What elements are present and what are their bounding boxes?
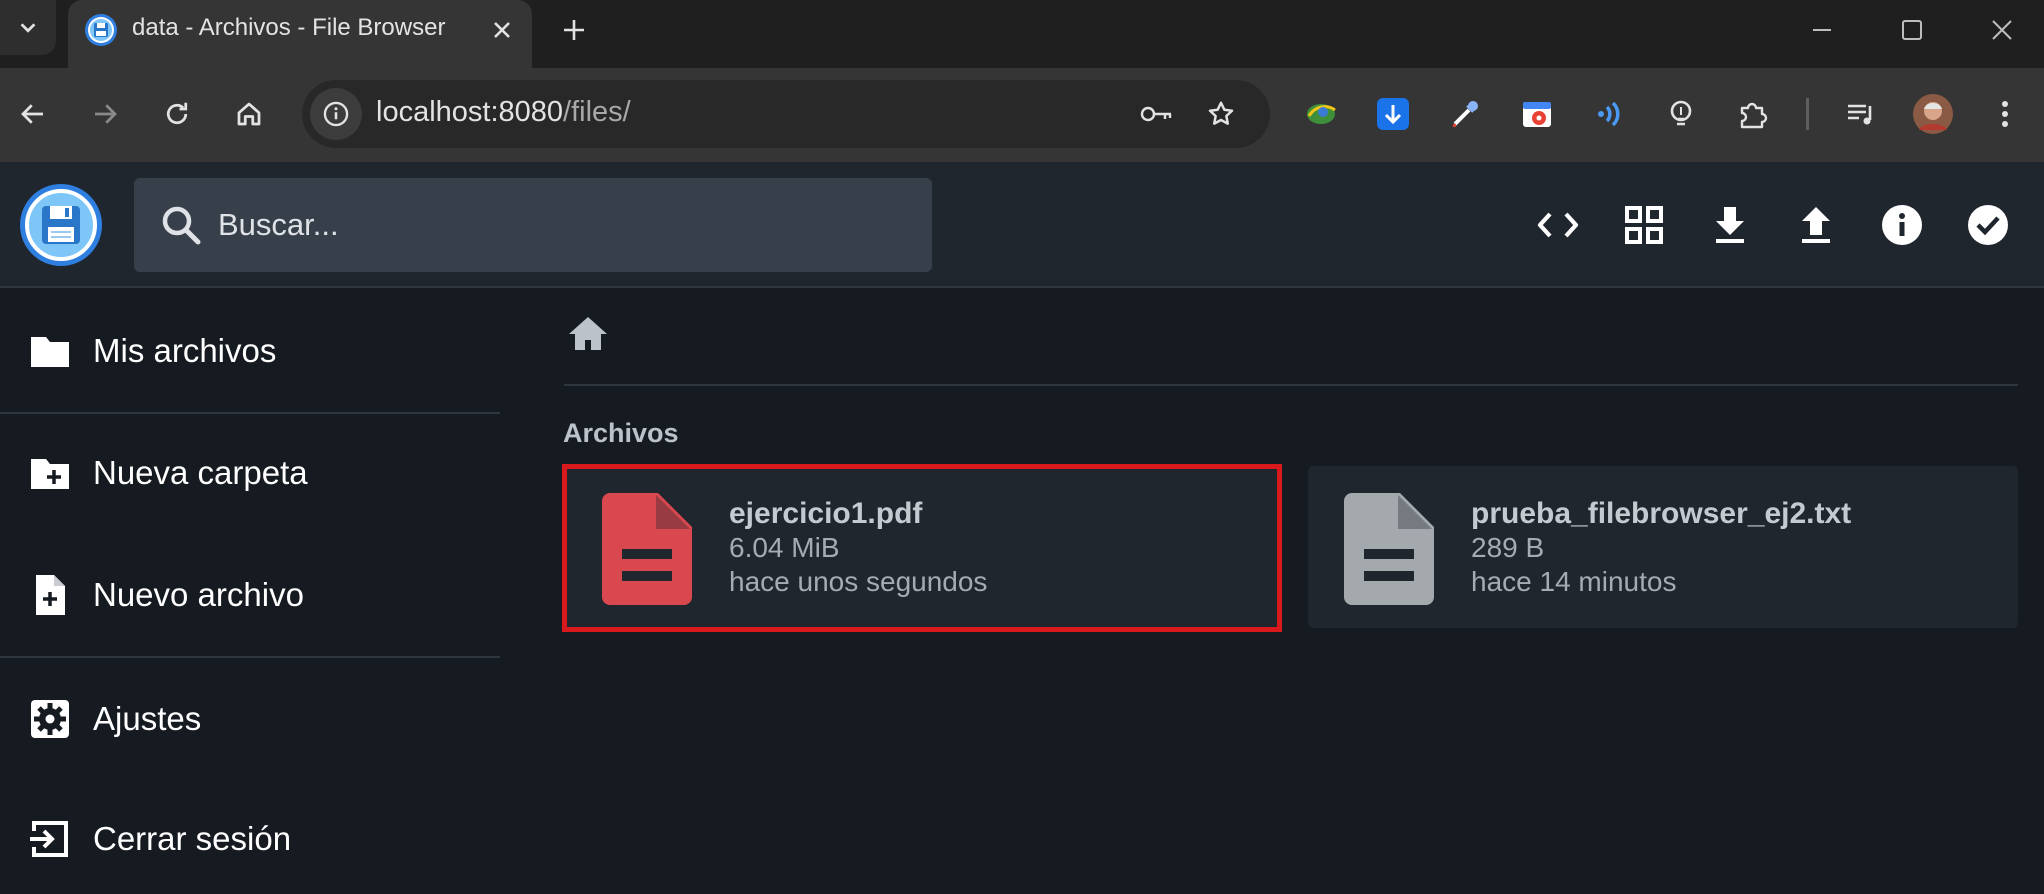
sidebar-item-ajustes[interactable]: Ajustes [0,664,500,774]
floppy-disk-icon [25,189,97,261]
arrow-right-icon [95,104,117,124]
sidebar-item-label: Cerrar sesión [93,820,292,857]
text-file-icon [1344,493,1434,605]
window-close-button[interactable] [1978,8,2026,52]
window-maximize-button[interactable] [1888,8,1936,52]
sidebar-divider [0,656,500,658]
upload-icon [1802,207,1830,243]
close-icon [494,22,510,38]
file-size: 289 B [1471,532,1545,563]
home-button[interactable] [224,89,274,139]
upload-button[interactable] [1786,195,1846,255]
reload-button[interactable] [152,89,202,139]
minimize-icon [1813,29,1831,31]
window-minimize-button[interactable] [1798,8,1846,52]
url-host: localhost:8080 [376,96,564,128]
sidebar-divider [0,412,500,414]
sidebar-item-label: Nuevo archivo [93,576,304,613]
search-input[interactable] [218,198,908,252]
file-size: 6.04 MiB [729,532,840,563]
browser-menu-button[interactable] [1982,91,2028,137]
profile-avatar[interactable] [1910,91,1956,137]
select-check-icon [1968,205,2008,245]
back-button[interactable] [8,89,58,139]
extension-lightbulb-icon[interactable] [1658,91,1704,137]
site-info-button[interactable] [310,88,362,140]
file-browser-logo[interactable] [20,184,102,266]
settings-gear-icon [31,700,69,738]
pdf-file-icon [602,493,692,605]
url-text[interactable]: localhost:8080/files/ [376,96,631,129]
file-browser-favicon-icon [84,13,118,47]
sidebar-item-mis-archivos[interactable]: Mis archivos [0,296,500,406]
sidebar-item-cerrar-sesion[interactable]: Cerrar sesión [0,784,500,894]
extension-eyedropper-icon[interactable] [1442,91,1488,137]
plus-icon [564,20,584,40]
media-controls-icon[interactable] [1838,91,1884,137]
code-view-button[interactable] [1528,195,1588,255]
info-icon [1882,205,1922,245]
more-vertical-icon [2002,101,2008,127]
breadcrumb-divider [564,384,2018,386]
new-file-icon [36,575,65,615]
tab-search-button[interactable] [0,0,56,55]
bookmark-button[interactable] [1196,89,1246,139]
sidebar-item-label: Mis archivos [93,332,277,369]
forward-button[interactable] [80,89,130,139]
home-icon [569,317,607,350]
new-tab-button[interactable] [554,10,594,50]
close-icon [1992,20,2012,40]
download-icon [1716,207,1744,243]
info-outline-icon [323,101,349,127]
sidebar-item-nuevo-archivo[interactable]: Nuevo archivo [0,540,500,650]
toolbar-divider [1806,98,1809,130]
code-view-icon [1537,212,1579,238]
sidebar-item-label: Nueva carpeta [93,454,308,491]
download-button[interactable] [1700,195,1760,255]
star-outline-icon [1208,101,1234,125]
sidebar-item-nueva-carpeta[interactable]: Nueva carpeta [0,418,500,528]
extension-download-manager-icon[interactable] [1370,91,1416,137]
search-icon [158,202,204,248]
url-path: /files/ [563,96,631,128]
chevron-down-icon [20,22,36,33]
new-folder-icon [31,459,69,489]
file-modified: hace unos segundos [729,566,988,597]
breadcrumb-home[interactable] [566,312,610,356]
maximize-icon [1902,20,1922,40]
file-modified: hace 14 minutos [1471,566,1677,597]
tab-title: data - Archivos - File Browser [132,14,446,41]
sidebar-item-label: Ajustes [93,700,202,737]
extensions-puzzle-icon[interactable] [1730,91,1776,137]
file-name: ejercicio1.pdf [729,497,923,530]
home-outline-icon [237,102,261,126]
arrow-left-icon [21,104,43,124]
section-title: Archivos [563,418,679,448]
grid-view-button[interactable] [1614,195,1674,255]
file-name: prueba_filebrowser_ej2.txt [1471,497,1852,530]
info-button[interactable] [1872,195,1932,255]
folder-icon [31,337,69,367]
extension-globe-icon[interactable] [1298,91,1344,137]
reload-icon [166,102,188,125]
tab-close-button[interactable] [484,12,520,48]
extension-calendar-settings-icon[interactable] [1514,91,1560,137]
select-button[interactable] [1958,195,2018,255]
password-manager-button[interactable] [1132,89,1182,139]
key-icon [1140,106,1172,122]
extension-signal-icon[interactable] [1586,91,1632,137]
grid-view-icon [1625,206,1663,244]
logout-icon [30,821,68,857]
